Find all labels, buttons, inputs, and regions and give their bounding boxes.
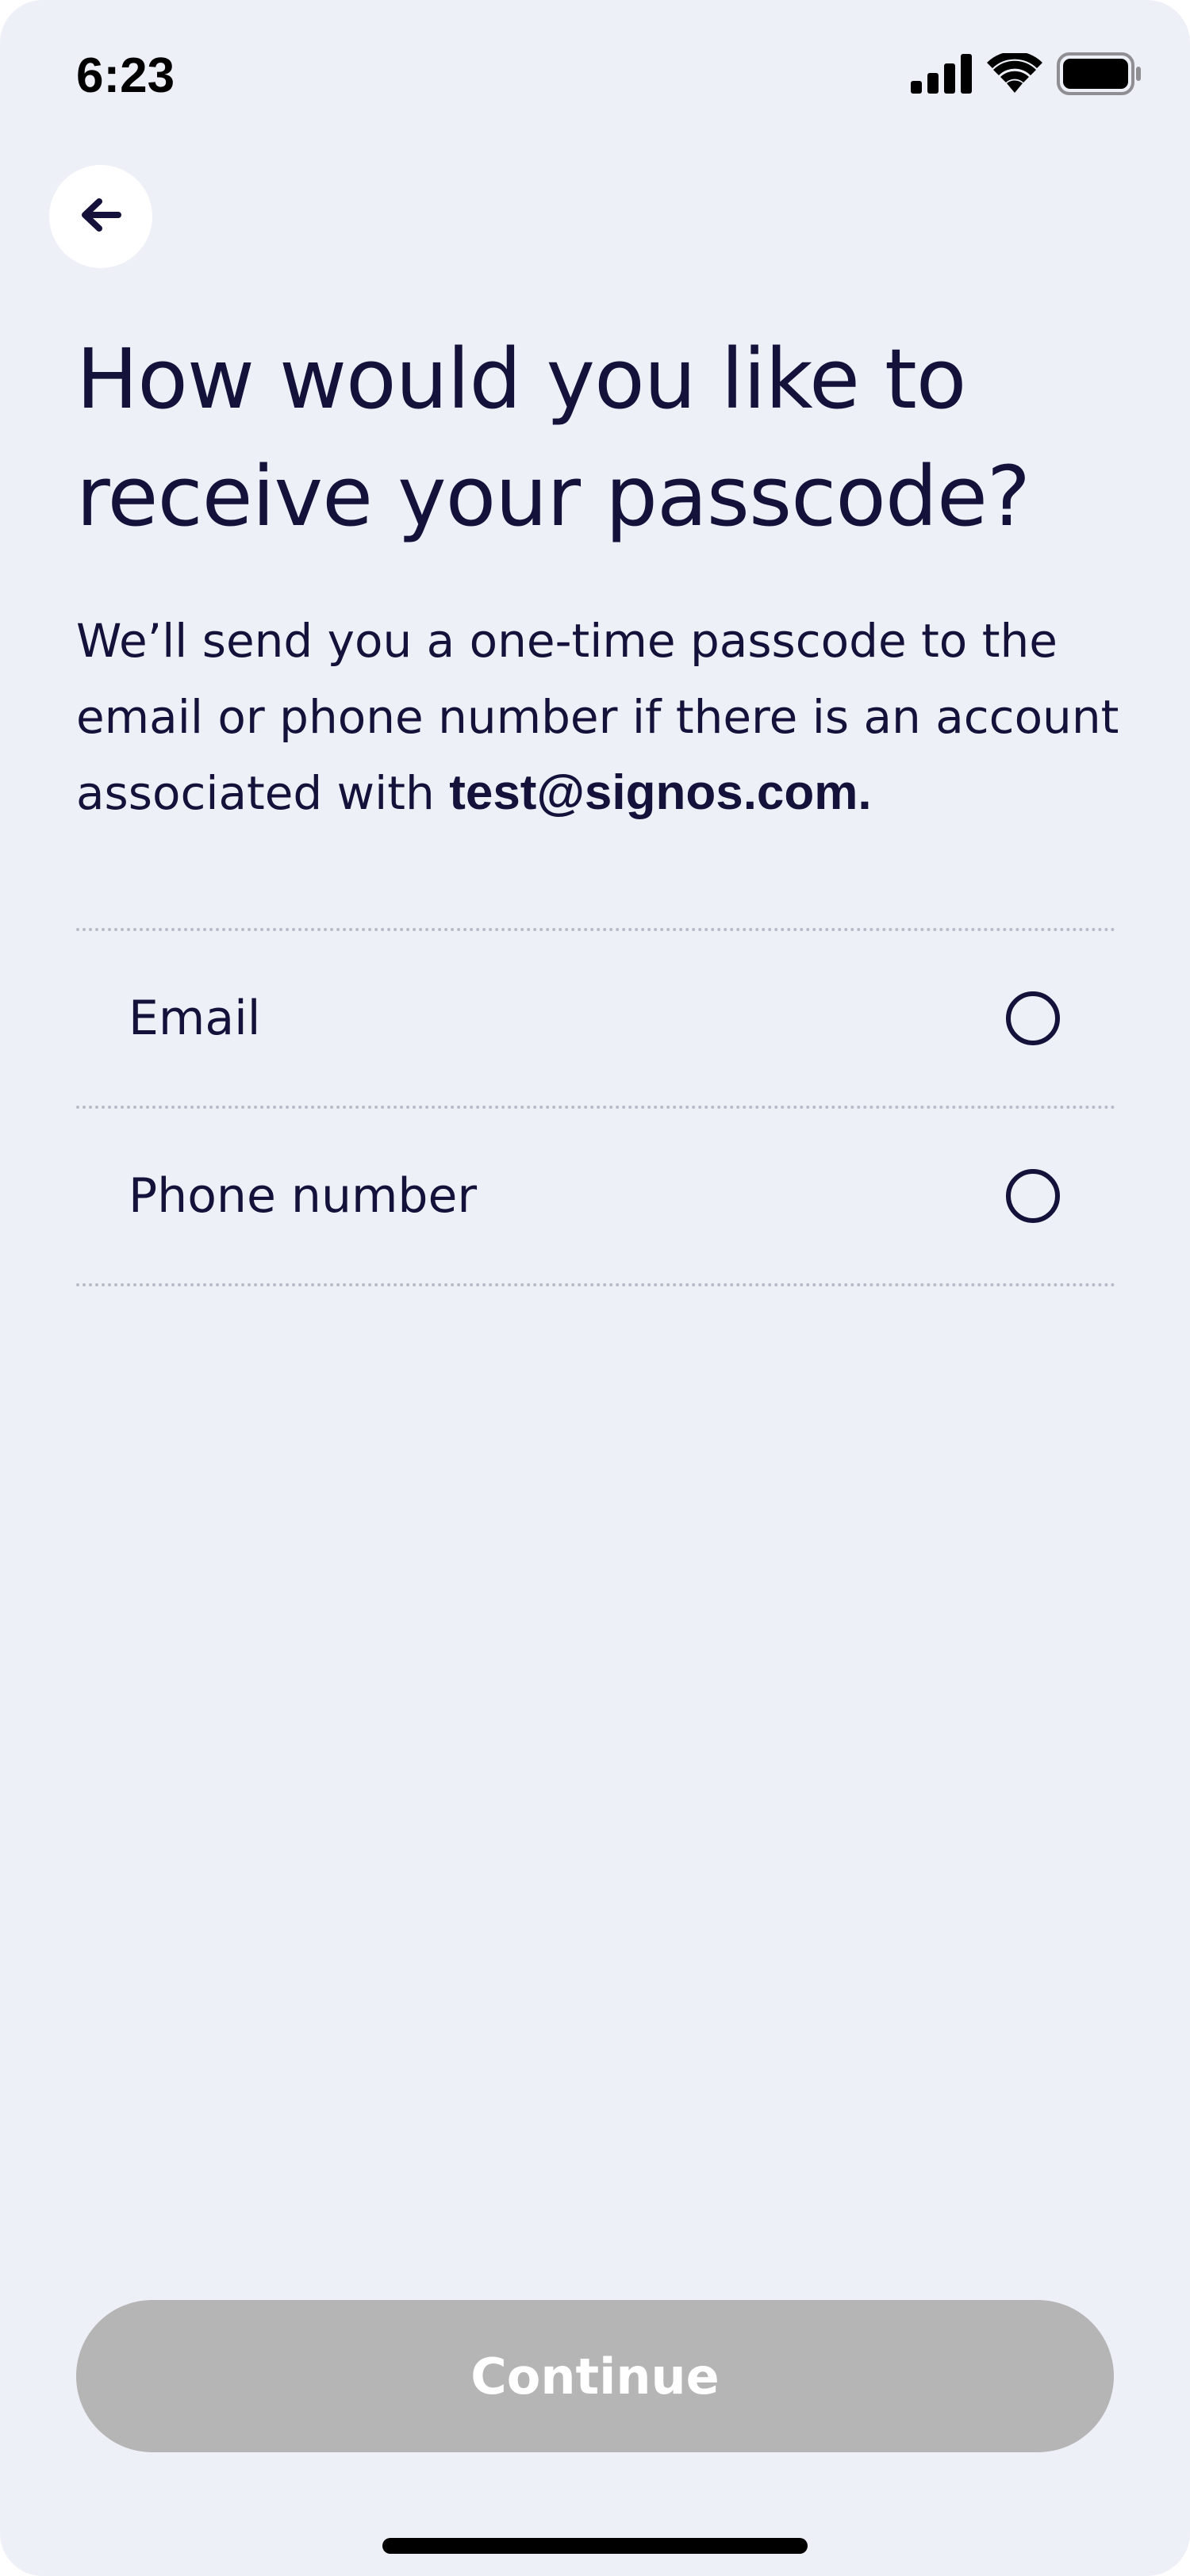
- status-bar: 6:23: [0, 0, 1190, 151]
- home-indicator: [382, 2538, 808, 2554]
- back-button[interactable]: [49, 165, 152, 268]
- divider: [76, 1283, 1115, 1286]
- wifi-icon: [987, 51, 1042, 98]
- arrow-left-icon: [80, 197, 121, 236]
- email-radio[interactable]: [1006, 991, 1060, 1045]
- option-phone-number[interactable]: Phone number: [76, 1109, 1115, 1283]
- option-email[interactable]: Email: [76, 931, 1115, 1106]
- battery-icon: [1057, 52, 1142, 98]
- passcode-method-screen: 6:23 How would you like to receive your …: [0, 0, 1190, 2576]
- cellular-signal-icon: [911, 54, 973, 97]
- delivery-options: Email Phone number: [76, 928, 1115, 1286]
- option-label: Phone number: [129, 1168, 478, 1224]
- page-title: How would you like to receive your passc…: [76, 331, 1031, 545]
- continue-button[interactable]: Continue: [76, 2300, 1114, 2452]
- status-time: 6:23: [76, 48, 175, 103]
- option-label: Email: [129, 991, 261, 1046]
- phone-number-radio[interactable]: [1006, 1169, 1060, 1223]
- account-email: test@signos.com.: [449, 765, 872, 820]
- status-icons: [911, 51, 1142, 98]
- description: We’ll send you a one-time passcode to th…: [76, 603, 1139, 831]
